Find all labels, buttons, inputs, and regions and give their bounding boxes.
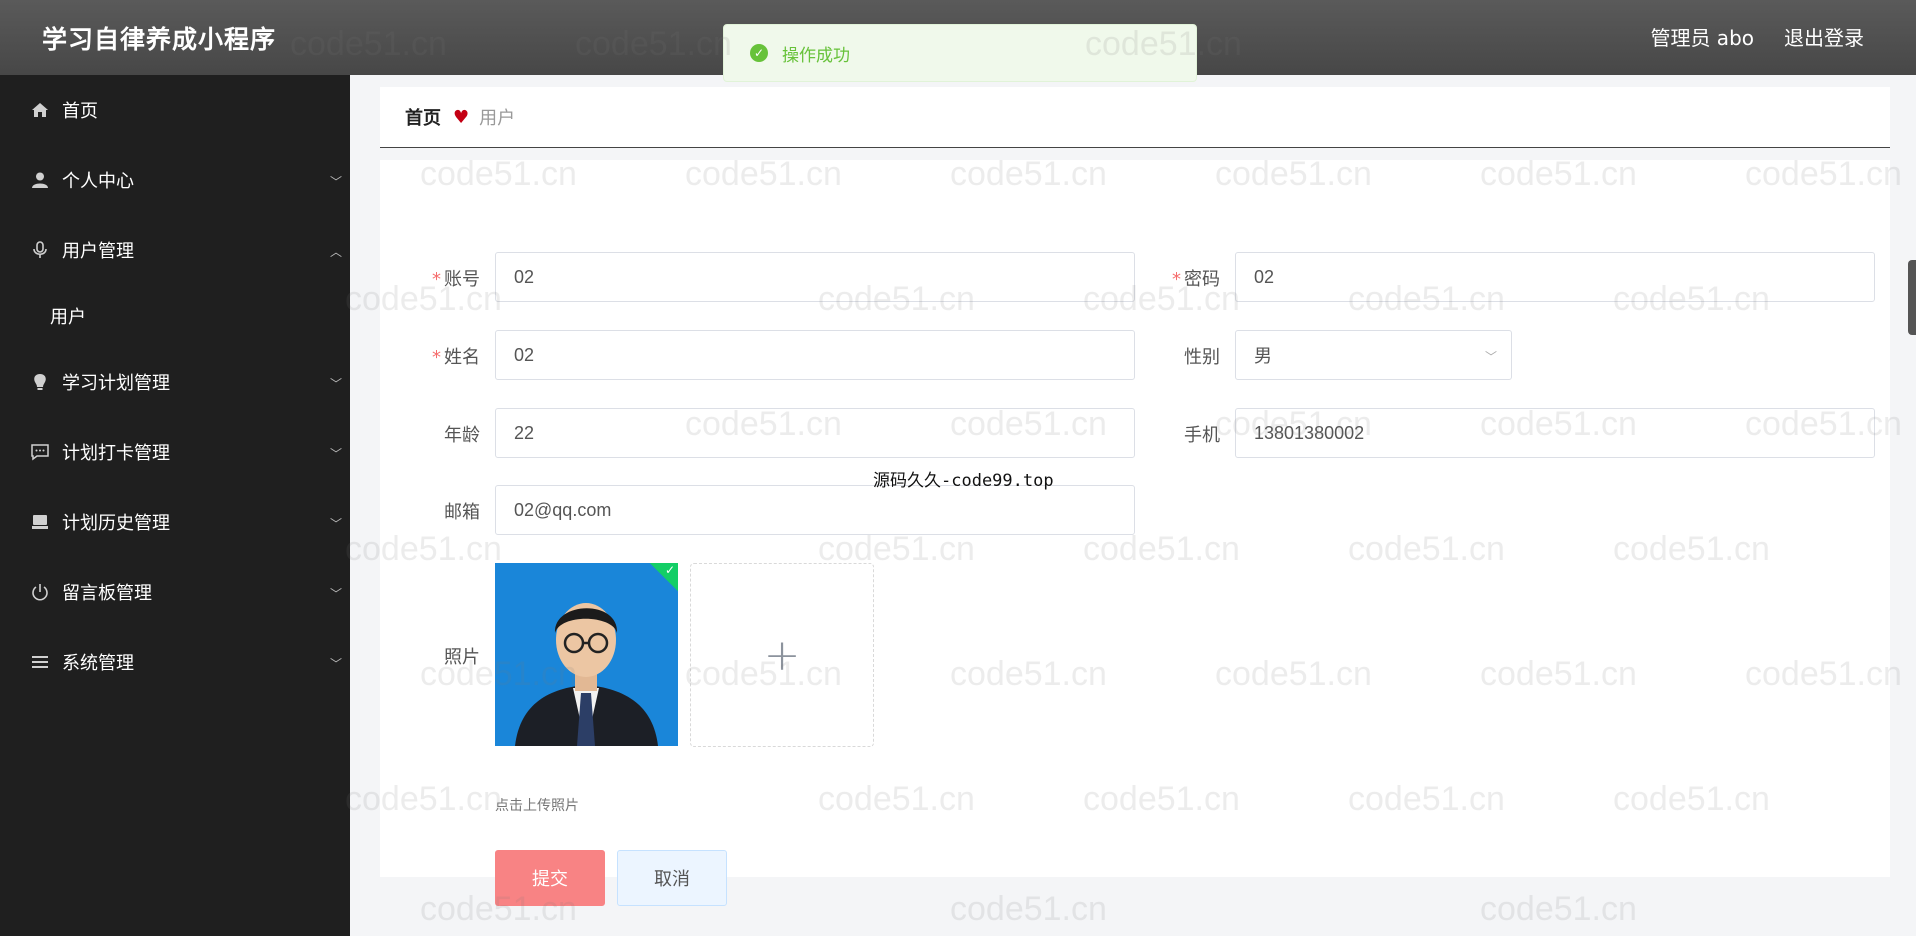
age-input[interactable]: 22 bbox=[495, 408, 1135, 458]
chevron-down-icon: ﹀ bbox=[329, 517, 342, 531]
name-input[interactable]: 02 bbox=[495, 330, 1135, 380]
gender-label: 性别 bbox=[1184, 347, 1220, 368]
heart-icon: ♥ bbox=[453, 106, 470, 128]
main-content: 首页 ♥ 用户 * 账号 02 * 密码 02 * 姓名 02 性别 男 ﹀ 年龄 2… bbox=[350, 75, 1916, 936]
sidebar-item-label: 计划打卡管理 bbox=[62, 443, 170, 464]
admin-user-label[interactable]: 管理员 abo bbox=[1650, 22, 1754, 51]
logout-button[interactable]: 退出登录 bbox=[1784, 22, 1864, 51]
chevron-down-icon: ﹀ bbox=[329, 587, 342, 601]
bulb-icon bbox=[30, 372, 50, 392]
app-title: 学习自律养成小程序 bbox=[42, 25, 277, 54]
uploaded-photo[interactable]: ✓ bbox=[495, 563, 678, 746]
age-label: 年龄 bbox=[444, 425, 480, 446]
breadcrumb-current: 用户 bbox=[479, 108, 516, 129]
portrait-image bbox=[495, 563, 678, 746]
success-toast: ✓ 操作成功 bbox=[723, 24, 1197, 82]
phone-label: 手机 bbox=[1184, 425, 1220, 446]
chat-icon bbox=[30, 442, 50, 462]
sidebar-item-label: 个人中心 bbox=[62, 171, 134, 192]
sidebar-item-label: 用户管理 bbox=[62, 241, 134, 262]
sidebar: 首页 个人中心 ﹀ 用户管理 ︿ 用户 学习计划管理 ﹀ 计划打卡管理 ﹀ 计划… bbox=[0, 75, 350, 936]
chevron-down-icon: ﹀ bbox=[1484, 350, 1497, 364]
toast-message: 操作成功 bbox=[782, 45, 850, 66]
plus-icon: + bbox=[763, 629, 801, 681]
home-icon bbox=[30, 100, 50, 120]
sidebar-item-label: 留言板管理 bbox=[62, 583, 152, 604]
list-icon bbox=[30, 652, 50, 672]
email-input[interactable]: 02@qq.com bbox=[495, 485, 1135, 535]
user-icon bbox=[30, 170, 50, 190]
chevron-down-icon: ﹀ bbox=[329, 447, 342, 461]
chevron-down-icon: ﹀ bbox=[329, 175, 342, 189]
microphone-icon bbox=[30, 240, 50, 260]
photo-label: 照片 bbox=[444, 647, 480, 668]
sidebar-item-profile[interactable]: 个人中心 ﹀ bbox=[0, 145, 350, 215]
account-label: * 账号 bbox=[432, 269, 480, 290]
account-input[interactable]: 02 bbox=[495, 252, 1135, 302]
name-label: * 姓名 bbox=[432, 347, 480, 368]
sidebar-item-label: 计划历史管理 bbox=[62, 513, 170, 534]
monitor-icon bbox=[30, 512, 50, 532]
gender-selected-value: 男 bbox=[1254, 346, 1272, 366]
sidebar-item-study-plan[interactable]: 学习计划管理 ﹀ bbox=[0, 347, 350, 417]
sidebar-item-message-board[interactable]: 留言板管理 ﹀ bbox=[0, 557, 350, 627]
upload-tip: 点击上传照片 bbox=[495, 798, 579, 814]
sidebar-item-user-management[interactable]: 用户管理 ︿ bbox=[0, 215, 350, 285]
source-tag: 源码久久-code99.top bbox=[873, 471, 1054, 491]
breadcrumb-home[interactable]: 首页 bbox=[405, 104, 441, 130]
sidebar-item-plan-history[interactable]: 计划历史管理 ﹀ bbox=[0, 487, 350, 557]
sidebar-item-label: 首页 bbox=[62, 101, 98, 122]
password-label: * 密码 bbox=[1172, 269, 1220, 290]
email-label: 邮箱 bbox=[444, 502, 480, 523]
sidebar-item-home[interactable]: 首页 bbox=[0, 75, 350, 145]
sidebar-subitem-label: 用户 bbox=[50, 307, 86, 328]
breadcrumb: 首页 ♥ 用户 bbox=[380, 87, 1890, 148]
chevron-down-icon: ﹀ bbox=[329, 377, 342, 391]
cancel-button[interactable]: 取消 bbox=[617, 850, 727, 906]
chevron-down-icon: ﹀ bbox=[329, 657, 342, 671]
check-icon: ✓ bbox=[664, 563, 675, 577]
sidebar-subitem-users[interactable]: 用户 bbox=[0, 285, 350, 347]
sidebar-item-label: 系统管理 bbox=[62, 653, 134, 674]
gender-select[interactable]: 男 ﹀ bbox=[1235, 330, 1512, 380]
power-icon bbox=[30, 582, 50, 602]
photo-upload-button[interactable]: + bbox=[690, 563, 874, 747]
chevron-up-icon: ︿ bbox=[329, 245, 342, 259]
sidebar-item-label: 学习计划管理 bbox=[62, 373, 170, 394]
floating-side-tab[interactable] bbox=[1908, 260, 1916, 335]
success-check-icon: ✓ bbox=[750, 44, 768, 62]
phone-input[interactable]: 13801380002 bbox=[1235, 408, 1875, 458]
sidebar-item-plan-checkin[interactable]: 计划打卡管理 ﹀ bbox=[0, 417, 350, 487]
header-actions: 管理员 abo 退出登录 bbox=[1650, 22, 1864, 51]
user-form: * 账号 02 * 密码 02 * 姓名 02 性别 男 ﹀ 年龄 22 手机 138… bbox=[380, 160, 1890, 906]
sidebar-item-system[interactable]: 系统管理 ﹀ bbox=[0, 627, 350, 697]
password-input[interactable]: 02 bbox=[1235, 252, 1875, 302]
submit-button[interactable]: 提交 bbox=[495, 850, 605, 906]
